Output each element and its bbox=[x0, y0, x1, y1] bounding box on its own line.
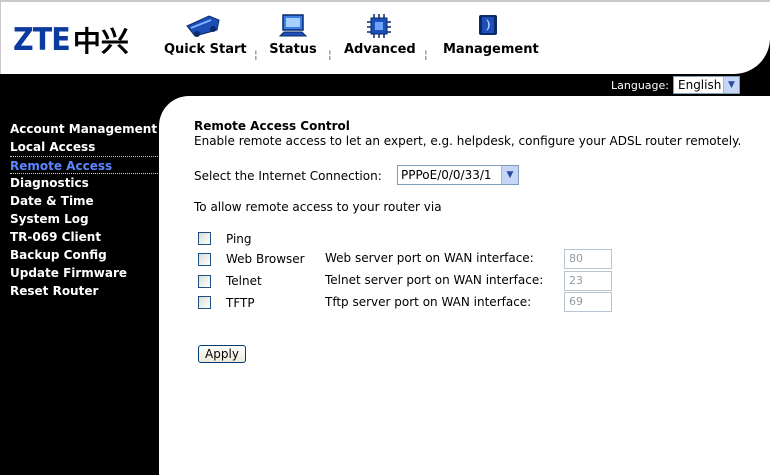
tftp-label: TFTP bbox=[226, 296, 255, 310]
language-label: Language: bbox=[611, 78, 669, 92]
apply-button[interactable]: Apply bbox=[198, 345, 246, 363]
connection-select[interactable]: PPPoE/0/0/33/1 ▼ bbox=[397, 165, 519, 185]
management-book-icon bbox=[479, 15, 497, 35]
tftp-port-input[interactable]: 69 bbox=[564, 292, 612, 312]
sidebar-item-system-log[interactable]: System Log bbox=[10, 210, 160, 228]
ping-checkbox[interactable] bbox=[198, 232, 211, 245]
tftp-checkbox[interactable] bbox=[198, 296, 211, 309]
nav-management[interactable]: Management bbox=[443, 12, 539, 57]
language-value: English bbox=[678, 78, 722, 92]
ping-label: Ping bbox=[226, 232, 252, 246]
nav-label: Quick Start bbox=[164, 42, 247, 57]
zte-logo: ZTE 中兴 bbox=[13, 20, 129, 60]
nav-status[interactable]: Status bbox=[268, 12, 318, 57]
logo-text: ZTE bbox=[13, 22, 71, 58]
sidebar-item-account-management[interactable]: Account Management bbox=[10, 120, 160, 138]
sidebar-item-reset-router[interactable]: Reset Router bbox=[10, 282, 160, 300]
page-title: Remote Access Control bbox=[194, 119, 350, 133]
logo-chinese-text: 中兴 bbox=[72, 25, 129, 58]
telnet-checkbox[interactable] bbox=[198, 275, 211, 288]
nav-label: Status bbox=[269, 42, 317, 57]
web-port-label: Web server port on WAN interface: bbox=[325, 251, 534, 265]
sidebar-item-backup-config[interactable]: Backup Config bbox=[10, 246, 160, 264]
telnet-port-input[interactable]: 23 bbox=[564, 271, 612, 291]
sidebar: Account Management Local Access Remote A… bbox=[10, 120, 160, 300]
web-browser-checkbox[interactable] bbox=[198, 253, 211, 266]
sidebar-item-tr069-client[interactable]: TR-069 Client bbox=[10, 228, 160, 246]
web-browser-label: Web Browser bbox=[226, 252, 305, 266]
sidebar-item-local-access[interactable]: Local Access bbox=[10, 138, 160, 156]
status-monitor-icon bbox=[278, 14, 308, 37]
nav-label: Management bbox=[443, 42, 539, 57]
main-content: Remote Access Control Enable remote acce… bbox=[159, 96, 770, 475]
sidebar-item-diagnostics[interactable]: Diagnostics bbox=[10, 174, 160, 192]
quick-start-icon bbox=[186, 15, 220, 37]
telnet-label: Telnet bbox=[226, 274, 262, 288]
nav-separator: ¦ bbox=[328, 48, 332, 61]
language-select[interactable]: English ▼ bbox=[673, 76, 740, 94]
web-port-input[interactable]: 80 bbox=[564, 249, 612, 269]
chevron-down-icon[interactable]: ▼ bbox=[501, 166, 518, 184]
connection-label: Select the Internet Connection: bbox=[194, 169, 382, 183]
advanced-chip-icon bbox=[367, 14, 391, 38]
nav-quick-start[interactable]: Quick Start bbox=[164, 12, 247, 57]
nav-separator: ¦ bbox=[254, 48, 258, 61]
allow-text: To allow remote access to your router vi… bbox=[194, 200, 442, 214]
sidebar-item-update-firmware[interactable]: Update Firmware bbox=[10, 264, 160, 282]
nav-label: Advanced bbox=[344, 42, 416, 57]
sidebar-item-date-time[interactable]: Date & Time bbox=[10, 192, 160, 210]
tftp-port-label: Tftp server port on WAN interface: bbox=[325, 295, 532, 309]
nav-separator: ¦ bbox=[424, 48, 428, 61]
sidebar-item-remote-access[interactable]: Remote Access bbox=[10, 156, 160, 174]
connection-value: PPPoE/0/0/33/1 bbox=[401, 168, 492, 182]
telnet-port-label: Telnet server port on WAN interface: bbox=[325, 273, 544, 287]
nav-advanced[interactable]: Advanced bbox=[344, 12, 416, 57]
header-bar: ZTE 中兴 Quick Start ¦ Status ¦ Advanced ¦… bbox=[0, 0, 770, 74]
chevron-down-icon[interactable]: ▼ bbox=[723, 77, 739, 93]
language-bar: Language: English ▼ bbox=[611, 74, 740, 96]
page-description: Enable remote access to let an expert, e… bbox=[194, 134, 742, 148]
